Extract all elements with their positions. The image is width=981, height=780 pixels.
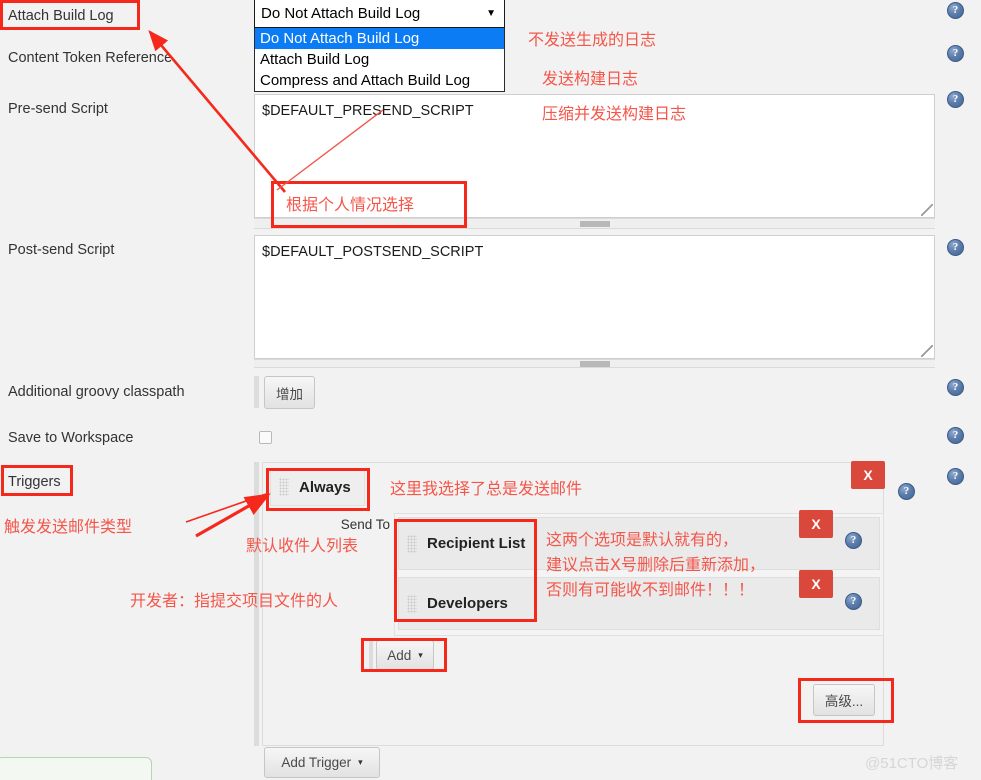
resize-handle-icon[interactable] [921, 204, 933, 216]
add-recipient-marker [369, 640, 373, 672]
label-additional-groovy-classpath: Additional groovy classpath [8, 384, 185, 400]
help-icon-triggers[interactable]: ? [947, 468, 964, 485]
attach-build-log-select-value: Do Not Attach Build Log [261, 4, 421, 22]
help-icon-post-send-script[interactable]: ? [947, 239, 964, 256]
resize-handle-icon[interactable] [921, 345, 933, 357]
annotation-developer-note: 开发者：指提交项目文件的人 [130, 591, 339, 610]
annotation-default-warning-2: 建议点击X号删除后重新添加， [546, 555, 765, 574]
label-pre-send-script: Pre-send Script [8, 101, 108, 117]
annotation-compress-send: 压缩并发送构建日志 [542, 104, 687, 123]
chevron-down-icon: ▾ [358, 757, 363, 767]
trigger-name-label: Always [299, 478, 351, 496]
recipient-name-label: Developers [427, 595, 508, 612]
annotation-default-warning-1: 这两个选项是默认就有的， [546, 530, 739, 549]
advanced-button[interactable]: 高级... [813, 684, 875, 716]
groovy-classpath-marker [254, 376, 259, 408]
recipient-name-label: Recipient List [427, 535, 526, 552]
help-icon-pre-send-script[interactable]: ? [947, 91, 964, 108]
help-icon-save-to-workspace[interactable]: ? [947, 427, 964, 444]
watermark: @51CTO博客 [865, 755, 959, 772]
annotation-trigger-type: 触发发送邮件类型 [4, 517, 133, 536]
attach-build-log-select[interactable]: Do Not Attach Build Log ▼ [254, 0, 505, 28]
annotation-choose-yourself: 根据个人情况选择 [286, 195, 415, 214]
delete-recipient-list-label: X [811, 516, 821, 532]
label-content-token-reference: Content Token Reference [8, 50, 173, 66]
option-compress-and-attach-build-log[interactable]: Compress and Attach Build Log [255, 70, 504, 91]
attach-build-log-option-list[interactable]: Do Not Attach Build Log Attach Build Log… [254, 28, 505, 92]
add-trigger-button[interactable]: Add Trigger ▾ [264, 747, 380, 778]
add-groovy-classpath-button-label: 增加 [276, 386, 303, 402]
add-recipient-button[interactable]: Add ▾ [376, 640, 434, 670]
label-triggers: Triggers [8, 474, 61, 490]
annotation-send-build-log: 发送构建日志 [542, 69, 639, 88]
option-attach-build-log[interactable]: Attach Build Log [255, 49, 504, 70]
trigger-always-header[interactable]: Always [270, 468, 365, 506]
annotation-always-note: 这里我选择了总是发送邮件 [390, 479, 583, 498]
post-send-script-textarea[interactable]: $DEFAULT_POSTSEND_SCRIPT [254, 235, 935, 359]
post-send-script-value: $DEFAULT_POSTSEND_SCRIPT [262, 244, 484, 260]
help-icon-trigger-always[interactable]: ? [898, 483, 915, 500]
add-recipient-button-label: Add [387, 647, 412, 663]
bottom-left-green-panel [0, 757, 152, 780]
post-send-script-splitter[interactable] [254, 359, 935, 368]
send-to-label: Send To [340, 517, 390, 532]
email-ext-configuration-page: Attach Build Log Content Token Reference… [0, 0, 981, 780]
help-icon-developers[interactable]: ? [845, 593, 862, 610]
help-icon-groovy-classpath[interactable]: ? [947, 379, 964, 396]
annotation-default-list: 默认收件人列表 [246, 536, 359, 555]
delete-trigger-label: X [863, 467, 873, 483]
option-do-not-attach-build-log[interactable]: Do Not Attach Build Log [255, 28, 504, 49]
add-groovy-classpath-button[interactable]: 增加 [264, 376, 315, 409]
delete-developers-button[interactable]: X [799, 570, 833, 598]
add-trigger-button-label: Add Trigger [281, 755, 352, 770]
label-attach-build-log: Attach Build Log [8, 8, 114, 24]
help-icon-content-token[interactable]: ? [947, 45, 964, 62]
drag-handle-icon[interactable] [279, 478, 289, 496]
help-icon-attach-build-log[interactable]: ? [947, 2, 964, 19]
drag-handle-icon[interactable] [407, 534, 417, 553]
drag-handle-icon[interactable] [407, 594, 417, 613]
label-post-send-script: Post-send Script [8, 242, 115, 258]
save-to-workspace-checkbox[interactable] [259, 431, 272, 444]
delete-recipient-list-button[interactable]: X [799, 510, 833, 538]
chevron-down-icon: ▼ [486, 7, 496, 19]
delete-developers-label: X [811, 576, 821, 592]
annotation-no-send-log: 不发送生成的日志 [528, 30, 657, 49]
label-save-to-workspace: Save to Workspace [8, 430, 134, 446]
delete-trigger-button[interactable]: X [851, 461, 885, 489]
annotation-default-warning-3: 否则有可能收不到邮件！！！ [546, 580, 755, 599]
advanced-button-label: 高级... [824, 694, 864, 709]
pre-send-script-splitter[interactable] [254, 218, 935, 229]
help-icon-recipient-list[interactable]: ? [845, 532, 862, 549]
chevron-down-icon: ▾ [418, 649, 423, 660]
